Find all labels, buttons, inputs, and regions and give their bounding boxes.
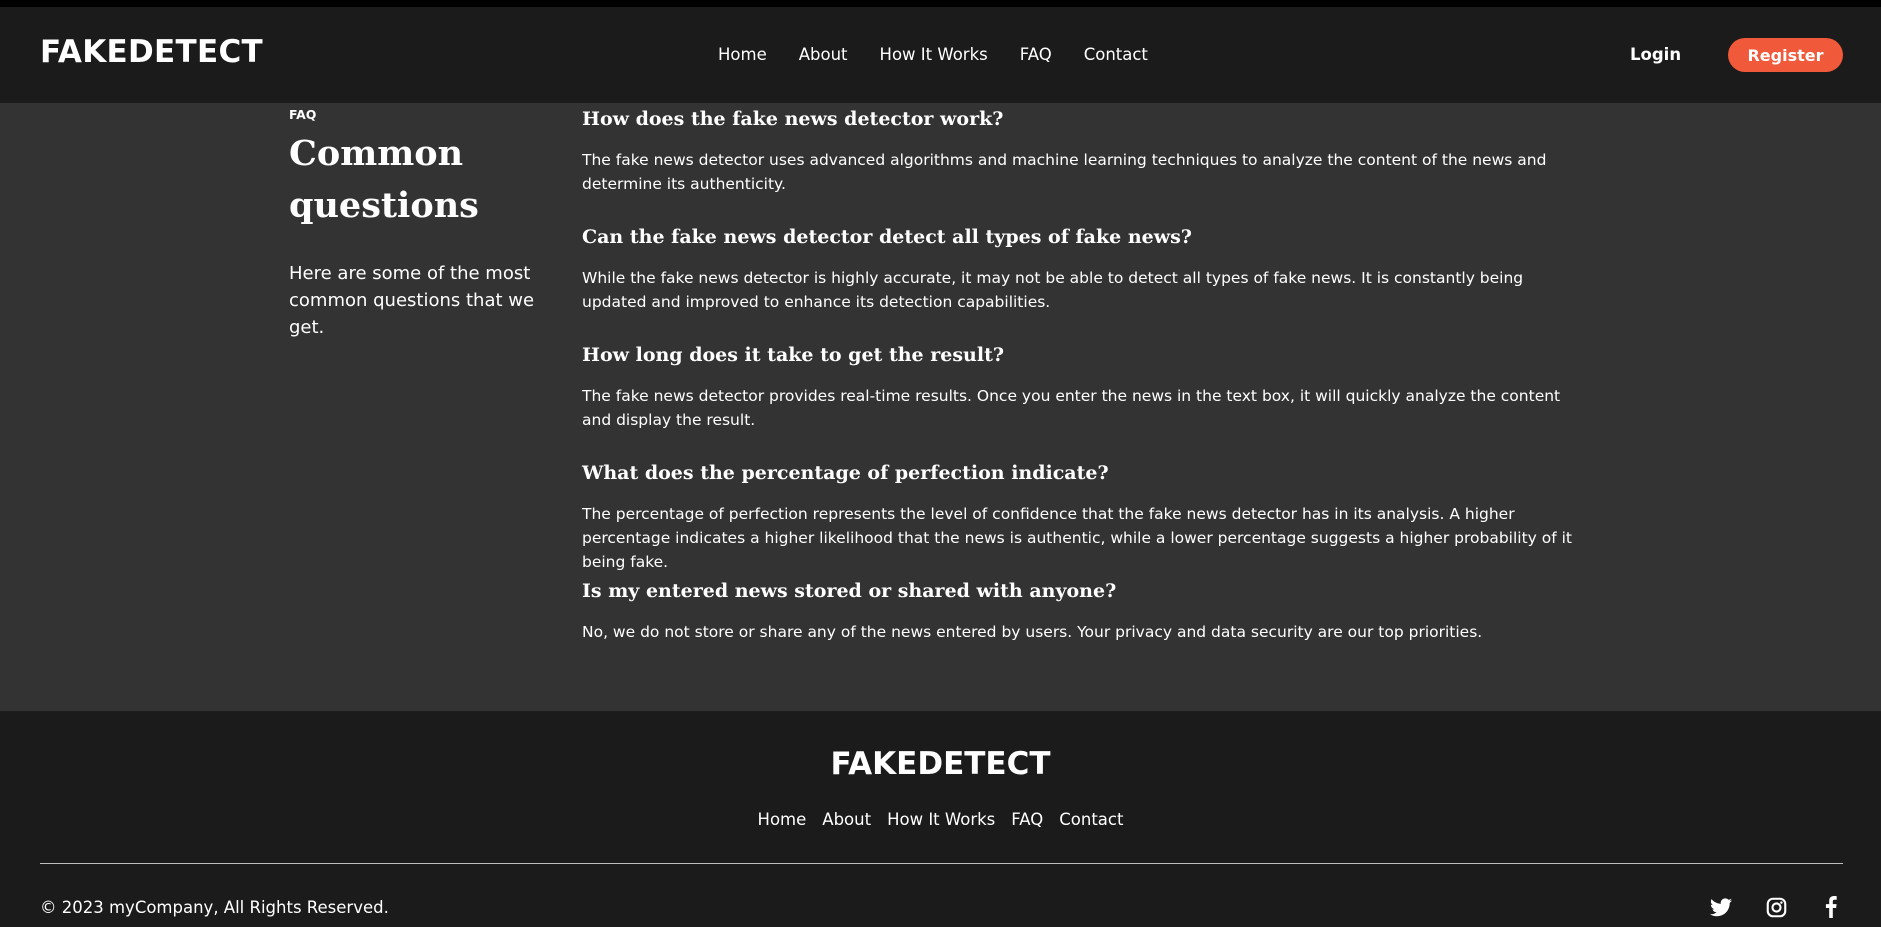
faq-intro-column: FAQ Common questions Here are some of th… <box>289 107 539 341</box>
nav-home-link[interactable]: Home <box>718 45 767 64</box>
faq-question: Is my entered news stored or shared with… <box>582 580 1117 602</box>
footer-nav-faq-link[interactable]: FAQ <box>1011 810 1043 829</box>
instagram-icon[interactable] <box>1764 895 1788 919</box>
register-button[interactable]: Register <box>1728 38 1843 72</box>
faq-title-line-1: Common <box>289 132 464 174</box>
footer-nav: Home About How It Works FAQ Contact <box>0 810 1881 829</box>
faq-intro-text: Here are some of the most common questio… <box>289 262 535 338</box>
faq-title: Common questions <box>289 128 539 232</box>
footer-nav-contact-link[interactable]: Contact <box>1059 810 1123 829</box>
faq-title-line-2: questions <box>289 184 479 226</box>
faq-item: How long does it take to get the result?… <box>582 343 1582 432</box>
faq-question: Can the fake news detector detect all ty… <box>582 226 1192 248</box>
copyright-text: © 2023 myCompany, All Rights Reserved. <box>40 898 389 917</box>
site-footer: FAKEDETECT Home About How It Works FAQ C… <box>0 711 1881 927</box>
faq-item: What does the percentage of perfection i… <box>582 461 1582 574</box>
nav-faq-link[interactable]: FAQ <box>1020 45 1052 64</box>
nav-about-link[interactable]: About <box>799 45 848 64</box>
site-header: FAKEDETECT Home About How It Works FAQ C… <box>0 7 1881 103</box>
faq-answer: The fake news detector uses advanced alg… <box>582 151 1547 193</box>
facebook-icon[interactable] <box>1819 895 1843 919</box>
twitter-icon[interactable] <box>1709 895 1733 919</box>
faq-item: How does the fake news detector work? Th… <box>582 107 1582 196</box>
faq-question: How does the fake news detector work? <box>582 108 1004 130</box>
faq-answer: The percentage of perfection represents … <box>582 505 1573 571</box>
faq-answer: The fake news detector provides real-tim… <box>582 387 1561 429</box>
faq-eyebrow: FAQ <box>289 107 317 122</box>
faq-question: How long does it take to get the result? <box>582 344 1004 366</box>
site-logo[interactable]: FAKEDETECT <box>40 37 263 68</box>
main-nav: Home About How It Works FAQ Contact <box>718 45 1180 64</box>
social-links <box>1678 895 1843 919</box>
footer-logo[interactable]: FAKEDETECT <box>0 749 1881 780</box>
faq-item: Can the fake news detector detect all ty… <box>582 225 1582 314</box>
faq-section: FAQ Common questions Here are some of th… <box>0 103 1881 711</box>
faq-answer: No, we do not store or share any of the … <box>582 623 1483 641</box>
footer-nav-about-link[interactable]: About <box>822 810 871 829</box>
login-link[interactable]: Login <box>1630 45 1681 64</box>
top-strip <box>0 0 1881 7</box>
faq-answer: While the fake news detector is highly a… <box>582 269 1524 311</box>
nav-how-it-works-link[interactable]: How It Works <box>880 45 988 64</box>
footer-divider <box>40 863 1843 864</box>
faq-question: What does the percentage of perfection i… <box>582 462 1109 484</box>
faq-item: Is my entered news stored or shared with… <box>582 579 1582 644</box>
footer-nav-how-it-works-link[interactable]: How It Works <box>887 810 995 829</box>
nav-contact-link[interactable]: Contact <box>1084 45 1148 64</box>
footer-nav-home-link[interactable]: Home <box>758 810 807 829</box>
